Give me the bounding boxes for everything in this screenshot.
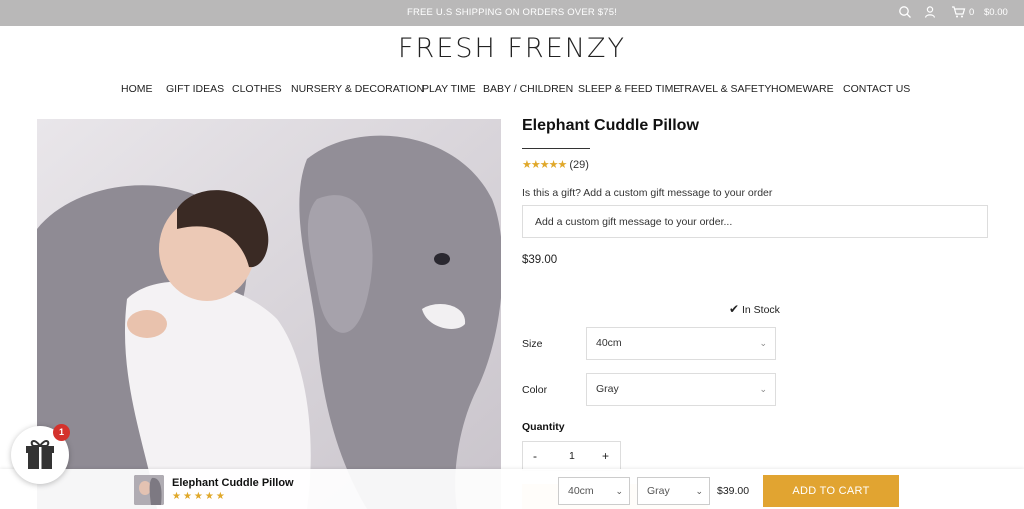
chevron-down-icon: ⌄: [759, 338, 767, 348]
sticky-color-value: Gray: [647, 485, 670, 497]
site-logo[interactable]: FRESH FRENZY: [0, 33, 1024, 64]
cart-count[interactable]: 0: [969, 7, 974, 18]
color-select[interactable]: Gray ⌄: [586, 373, 776, 406]
gift-message-input[interactable]: [522, 205, 988, 238]
chevron-down-icon: ⌄: [695, 486, 703, 496]
nav-item-home[interactable]: HOME: [121, 83, 153, 95]
stock-label: In Stock: [741, 304, 780, 316]
add-to-cart-button[interactable]: ADD TO CART: [763, 475, 899, 507]
sticky-product-thumbnail: [134, 475, 164, 505]
cart-icon[interactable]: [951, 5, 967, 21]
gift-notification-badge: 1: [53, 424, 70, 441]
rating-stars: ★★★★★: [522, 159, 567, 171]
chevron-down-icon: ⌄: [615, 486, 623, 496]
gift-message-prompt: Is this a gift? Add a custom gift messag…: [522, 187, 773, 199]
color-label: Color: [522, 384, 548, 396]
sticky-price: $39.00: [717, 485, 750, 497]
shipping-promo-text: FREE U.S SHIPPING ON ORDERS OVER $75!: [406, 7, 618, 18]
nav-item-baby-children[interactable]: BABY / CHILDREN: [483, 83, 573, 95]
color-select-value: Gray: [596, 383, 619, 395]
chevron-down-icon: ⌄: [759, 384, 767, 394]
check-icon: ✔: [729, 302, 740, 316]
quantity-label: Quantity: [522, 421, 565, 433]
qty-minus-button[interactable]: -: [533, 449, 537, 463]
nav-item-homeware[interactable]: HOMEWARE: [771, 83, 834, 95]
user-icon[interactable]: [923, 5, 939, 21]
search-icon[interactable]: [898, 5, 914, 21]
title-divider: [522, 148, 590, 149]
qty-value[interactable]: 1: [569, 450, 575, 462]
cart-total[interactable]: $0.00: [984, 7, 1008, 18]
nav-item-nursery-decoration[interactable]: NURSERY & DECORATION: [291, 83, 424, 95]
review-count[interactable]: (29): [569, 159, 589, 171]
sticky-color-select[interactable]: Gray ⌄: [637, 477, 710, 505]
nav-item-clothes[interactable]: CLOTHES: [232, 83, 282, 95]
size-label: Size: [522, 338, 543, 350]
nav-item-contact-us[interactable]: CONTACT US: [843, 83, 910, 95]
product-rating[interactable]: ★★★★★ (29): [522, 158, 589, 171]
sticky-product-name: Elephant Cuddle Pillow: [172, 477, 294, 489]
sticky-rating-stars: ★★★★★: [172, 491, 227, 502]
stock-status: ✔ In Stock: [729, 302, 780, 316]
nav-item-sleep-feed-time[interactable]: SLEEP & FEED TIME: [578, 83, 680, 95]
sticky-cart-bar: Elephant Cuddle Pillow ★★★★★ 40cm ⌄ Gray…: [0, 469, 1024, 509]
product-image[interactable]: [37, 119, 501, 509]
size-select-value: 40cm: [596, 337, 622, 349]
nav-item-play-time[interactable]: PLAY TIME: [422, 83, 476, 95]
sticky-size-value: 40cm: [568, 485, 594, 497]
size-select[interactable]: 40cm ⌄: [586, 327, 776, 360]
nav-item-travel-safety[interactable]: TRAVEL & SAFETY: [678, 83, 771, 95]
quantity-stepper: - 1 +: [522, 441, 621, 471]
nav-item-gift-ideas[interactable]: GIFT IDEAS: [166, 83, 224, 95]
sticky-size-select[interactable]: 40cm ⌄: [558, 477, 630, 505]
product-price: $39.00: [522, 254, 558, 266]
announcement-bar: FREE U.S SHIPPING ON ORDERS OVER $75! 0 …: [0, 0, 1024, 26]
product-title: Elephant Cuddle Pillow: [522, 117, 699, 134]
qty-plus-button[interactable]: +: [602, 449, 609, 463]
